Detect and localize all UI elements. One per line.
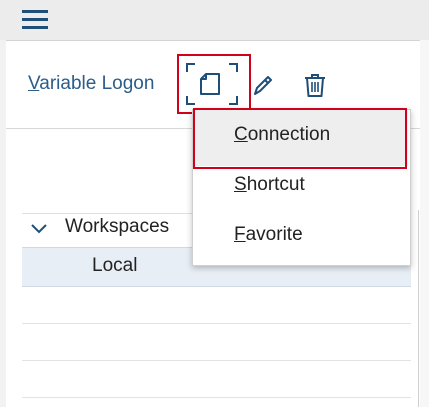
table-row[interactable] [22,323,411,361]
new-item-button[interactable] [177,54,251,114]
variable-logon-mnemonic: V [28,73,40,94]
table-row[interactable] [22,286,411,324]
pencil-icon[interactable] [252,72,274,98]
variable-logon-link[interactable]: Variable Logon [28,73,154,95]
top-bar [0,0,429,41]
menu-item-label: hortcut [246,174,305,195]
workspaces-title: Workspaces [65,216,170,237]
local-label: Local [92,255,138,276]
left-edge-panel [0,40,6,407]
table-row[interactable] [22,360,411,398]
menu-item-shortcut[interactable]: Shortcut [234,174,305,196]
panel-divider [418,210,419,407]
menu-item-mnemonic: F [234,224,246,245]
trash-icon[interactable] [304,72,326,98]
variable-logon-label: ariable Logon [39,73,155,94]
chevron-down-icon[interactable] [30,220,48,238]
menu-item-label: avorite [245,224,303,245]
highlight-box [193,108,407,169]
new-document-icon [186,63,238,105]
menu-item-favorite[interactable]: Favorite [234,224,303,246]
menu-item-mnemonic: S [234,174,247,195]
hamburger-menu-icon[interactable] [22,8,48,30]
right-edge-panel [420,40,429,407]
